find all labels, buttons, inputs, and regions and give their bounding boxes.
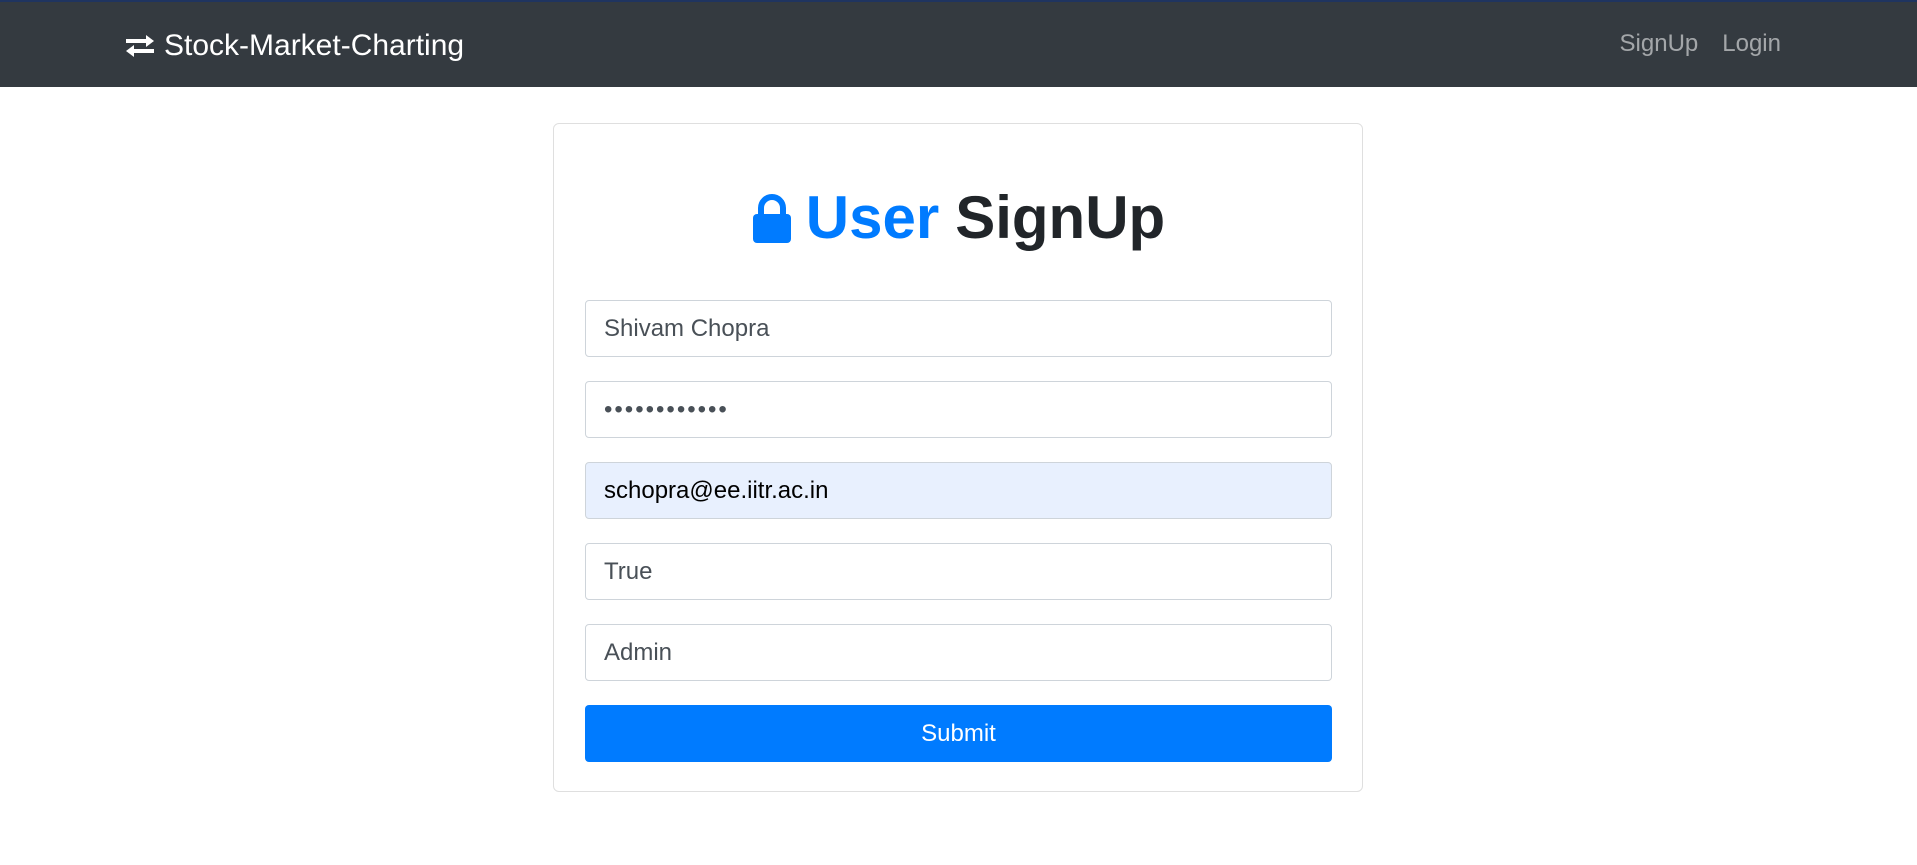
nav-links: SignUp Login	[1620, 30, 1781, 58]
exchange-arrows-icon	[126, 35, 154, 57]
role-field[interactable]	[585, 624, 1332, 681]
confirmed-field[interactable]	[585, 543, 1332, 600]
page-title: User SignUp	[0, 180, 1917, 256]
username-field[interactable]	[585, 300, 1332, 357]
nav-link-signup[interactable]: SignUp	[1620, 30, 1699, 58]
submit-button[interactable]: Submit	[585, 705, 1332, 762]
top-navbar: Stock-Market-Charting SignUp Login	[0, 0, 1917, 87]
email-field[interactable]	[585, 462, 1332, 519]
password-field[interactable]	[585, 381, 1332, 438]
nav-link-login[interactable]: Login	[1722, 30, 1781, 58]
brand-label: Stock-Market-Charting	[164, 29, 465, 62]
title-accent-word: User	[805, 184, 940, 251]
title-word: SignUp	[955, 184, 1166, 251]
brand-link[interactable]: Stock-Market-Charting	[124, 29, 464, 63]
lock-icon	[752, 194, 791, 243]
